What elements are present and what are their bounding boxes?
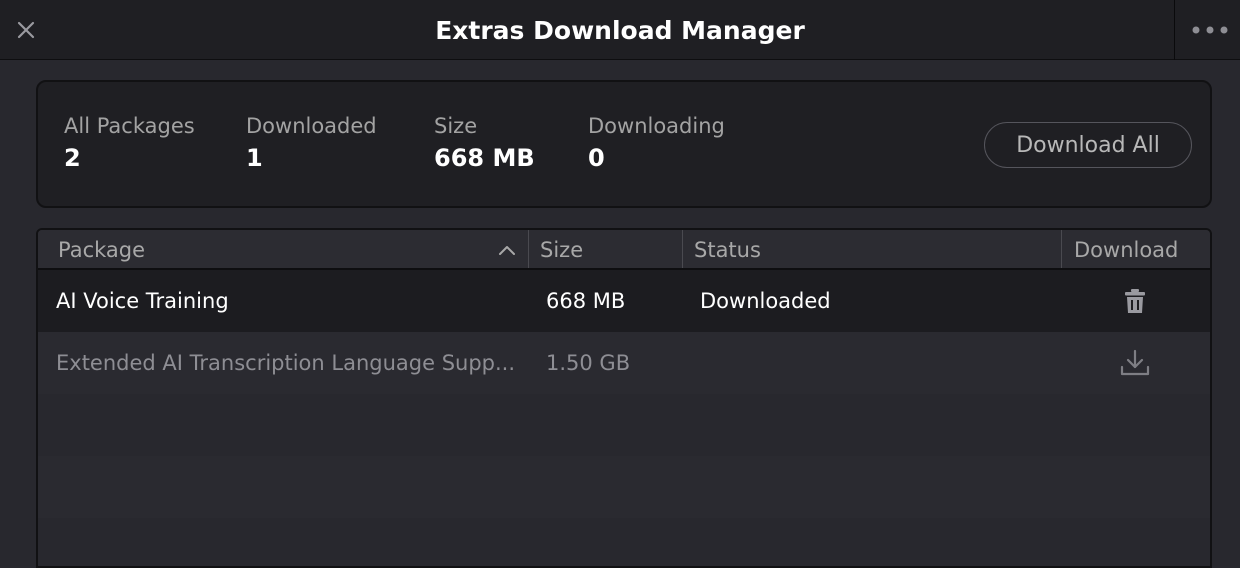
summary-panel: All Packages 2 Downloaded 1 Size 668 MB …	[36, 80, 1212, 208]
column-header-status[interactable]: Status	[694, 230, 1054, 268]
column-separator[interactable]	[1061, 230, 1062, 268]
package-name: Extended AI Transcription Language Supp.…	[56, 351, 516, 375]
empty-row	[38, 518, 1210, 566]
stat-downloading: Downloading 0	[588, 114, 725, 172]
column-header-label: Status	[694, 238, 761, 262]
package-size: 668 MB	[546, 289, 626, 313]
stat-size: Size 668 MB	[434, 114, 535, 172]
package-name: AI Voice Training	[56, 289, 229, 313]
title-divider	[1174, 0, 1175, 60]
window-title: Extras Download Manager	[435, 16, 805, 45]
column-header-download[interactable]: Download	[1074, 230, 1210, 268]
table-row[interactable]: Extended AI Transcription Language Supp.…	[38, 332, 1210, 394]
package-status: Downloaded	[700, 289, 831, 313]
stat-label: Downloading	[588, 114, 725, 138]
stat-value: 668 MB	[434, 144, 535, 172]
stat-label: All Packages	[64, 114, 195, 138]
column-header-size[interactable]: Size	[540, 230, 680, 268]
chevron-up-icon[interactable]	[498, 242, 516, 258]
title-bar: Extras Download Manager	[0, 0, 1240, 60]
stat-value: 2	[64, 144, 81, 172]
download-icon	[1120, 349, 1150, 376]
column-separator[interactable]	[682, 230, 683, 268]
column-header-package[interactable]: Package	[58, 230, 528, 268]
column-header-label: Package	[58, 238, 146, 262]
column-header-label: Download	[1074, 238, 1179, 262]
stat-downloaded: Downloaded 1	[246, 114, 377, 172]
column-header-label: Size	[540, 238, 584, 262]
table-row[interactable]: AI Voice Training 668 MB Downloaded	[38, 270, 1210, 332]
close-icon	[17, 21, 35, 39]
delete-button[interactable]	[1118, 284, 1152, 318]
stat-label: Size	[434, 114, 478, 138]
close-button[interactable]	[8, 14, 44, 46]
trash-icon	[1125, 289, 1145, 313]
download-all-button[interactable]: Download All	[984, 122, 1192, 168]
table-header: Package Size Status Download	[38, 230, 1210, 270]
more-options-button[interactable]	[1190, 14, 1240, 46]
stat-all-packages: All Packages 2	[64, 114, 195, 172]
packages-table: Package Size Status Download AI Voice Tr…	[36, 228, 1212, 568]
empty-row	[38, 456, 1210, 518]
stat-label: Downloaded	[246, 114, 377, 138]
column-separator[interactable]	[528, 230, 529, 268]
empty-row	[38, 394, 1210, 456]
stat-value: 1	[246, 144, 263, 172]
stat-value: 0	[588, 144, 605, 172]
download-button[interactable]	[1118, 346, 1152, 380]
package-size: 1.50 GB	[546, 351, 631, 375]
more-horizontal-icon	[1192, 26, 1228, 34]
